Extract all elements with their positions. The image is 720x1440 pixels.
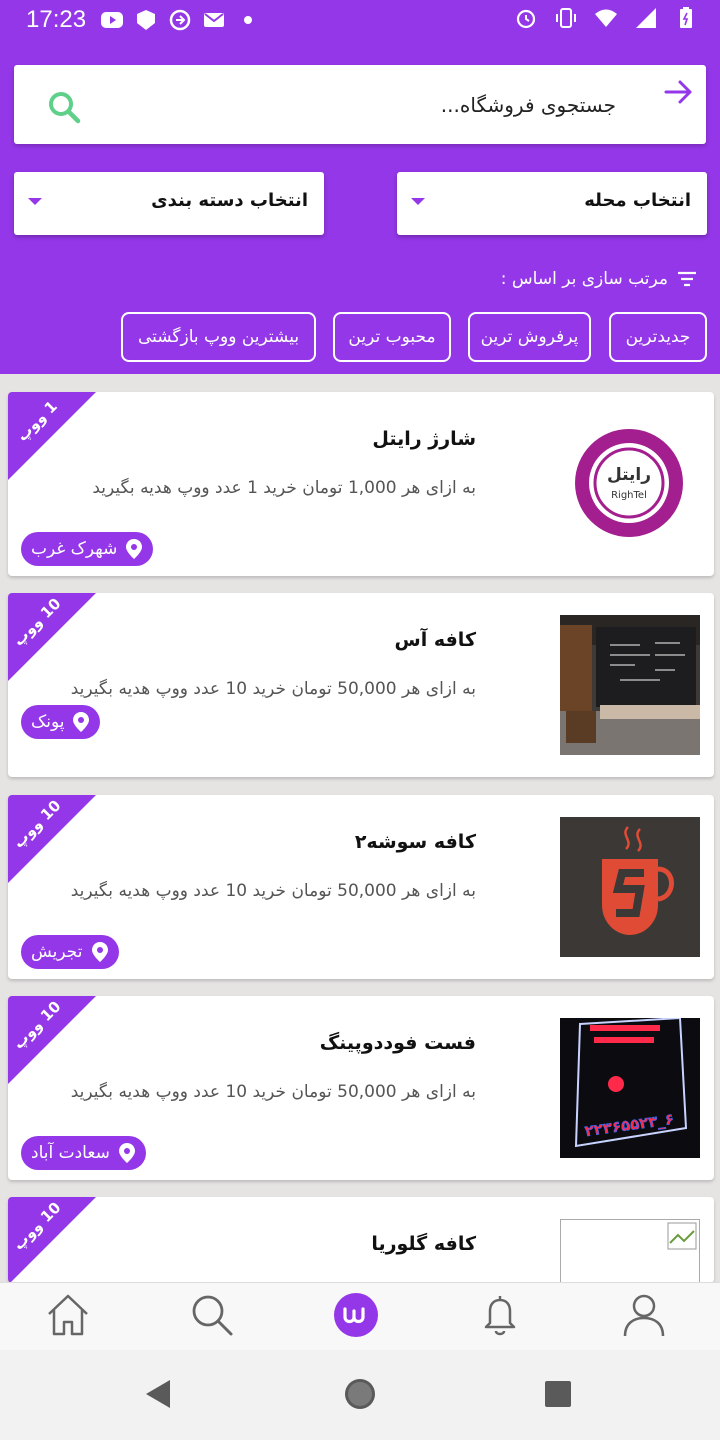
sort-row: مرتب سازی بر اساس : (501, 268, 698, 290)
store-photo: ۲۲۳۶۵۵۲۳_۶ (560, 1018, 700, 1158)
store-description: به ازای هر 50,000 تومان خرید 10 عدد ووپ … (70, 679, 476, 699)
logo-subtext: RighTel (611, 490, 647, 501)
recents-icon[interactable] (540, 1376, 576, 1412)
system-nav (0, 1350, 720, 1440)
location-pill[interactable]: تجریش (21, 935, 119, 969)
vibrate-icon (556, 8, 576, 28)
store-card[interactable]: 10 ووپ کافه سوشه۲ به ازای هر 50,000 توما… (8, 795, 714, 979)
store-photo (560, 817, 700, 957)
alarm-icon (516, 9, 536, 29)
neighborhood-dropdown-label: انتخاب محله (584, 190, 691, 211)
store-card[interactable]: 10 ووپ فست فوددوپینگ به ازای هر 50,000 ت… (8, 996, 714, 1180)
nav-search[interactable] (188, 1291, 236, 1339)
location-pin-icon (91, 942, 108, 962)
nav-woop[interactable] (332, 1291, 380, 1339)
store-title: کافه آس (394, 629, 477, 651)
store-title: شارژ رایتل (372, 428, 476, 450)
profile-icon (623, 1294, 665, 1337)
shield-icon (137, 10, 155, 30)
logo-text: رایتل (607, 465, 651, 485)
caret-down-icon (411, 198, 425, 205)
store-logo: رایتل RighTel (575, 429, 683, 537)
location-label: پونک (31, 712, 65, 732)
location-label: تجریش (31, 942, 83, 962)
category-dropdown[interactable]: انتخاب دسته بندی (14, 172, 324, 235)
location-pill[interactable]: شهرک غرب (21, 532, 154, 566)
store-card[interactable]: 10 ووپ کافه آس به ازای هر 50,000 تومان خ… (8, 593, 714, 777)
bottom-nav (0, 1282, 720, 1350)
sort-chip-newest[interactable]: جدیدترین (609, 312, 707, 362)
location-pill[interactable]: پونک (21, 705, 101, 739)
search-icon (192, 1295, 233, 1336)
store-card[interactable]: 1 ووپ شارژ رایتل به ازای هر 1,000 تومان … (8, 392, 714, 576)
home-button-icon[interactable] (342, 1376, 378, 1412)
back-icon[interactable] (140, 1376, 176, 1412)
youtube-icon (101, 12, 123, 28)
status-time: 17:23 (26, 6, 87, 33)
category-dropdown-label: انتخاب دسته بندی (151, 190, 308, 211)
location-pin-icon (118, 1143, 135, 1163)
store-card[interactable]: 10 ووپ کافه گلوریا (8, 1197, 714, 1283)
status-bar: 17:23 (0, 0, 720, 42)
sort-chip-bestselling[interactable]: پرفروش ترین (468, 312, 591, 362)
store-description: به ازای هر 50,000 تومان خرید 10 عدد ووپ … (70, 1082, 476, 1102)
location-label: شهرک غرب (31, 539, 118, 559)
store-title: کافه سوشه۲ (354, 831, 476, 853)
store-photo (560, 615, 700, 755)
wifi-icon (595, 9, 617, 27)
location-pin-icon (126, 539, 143, 559)
battery-icon (680, 7, 692, 28)
location-label: سعادت آباد (31, 1143, 110, 1163)
search-box (14, 65, 706, 144)
back-arrow-icon[interactable] (662, 75, 696, 109)
sort-chip-popular[interactable]: محبوب ترین (333, 312, 451, 362)
store-description: به ازای هر 50,000 تومان خرید 10 عدد ووپ … (70, 881, 476, 901)
sync-icon (169, 9, 191, 31)
sort-label: مرتب سازی بر اساس : (500, 269, 668, 289)
header: انتخاب محله انتخاب دسته بندی مرتب سازی ب… (0, 42, 720, 374)
home-icon (48, 1294, 88, 1336)
caret-down-icon (28, 198, 42, 205)
search-input[interactable] (196, 85, 616, 125)
store-title: کافه گلوریا (371, 1233, 476, 1255)
nav-profile[interactable] (620, 1291, 668, 1339)
location-pill[interactable]: سعادت آباد (21, 1136, 146, 1170)
nav-home[interactable] (44, 1291, 92, 1339)
woop-icon (334, 1293, 378, 1337)
sort-chip-most-woop[interactable]: بیشترین ووپ بازگشتی (121, 312, 316, 362)
search-icon[interactable] (46, 89, 82, 125)
mail-icon (204, 13, 224, 27)
sort-icon (678, 271, 696, 287)
nav-notifications[interactable] (476, 1291, 524, 1339)
broken-image-icon (560, 1219, 700, 1283)
dot-icon (244, 16, 252, 24)
store-title: فست فوددوپینگ (319, 1032, 476, 1054)
location-pin-icon (73, 712, 90, 732)
neighborhood-dropdown[interactable]: انتخاب محله (397, 172, 707, 235)
signal-icon (636, 8, 656, 28)
store-description: به ازای هر 1,000 تومان خرید 1 عدد ووپ هد… (92, 478, 476, 498)
bell-icon (484, 1296, 516, 1336)
